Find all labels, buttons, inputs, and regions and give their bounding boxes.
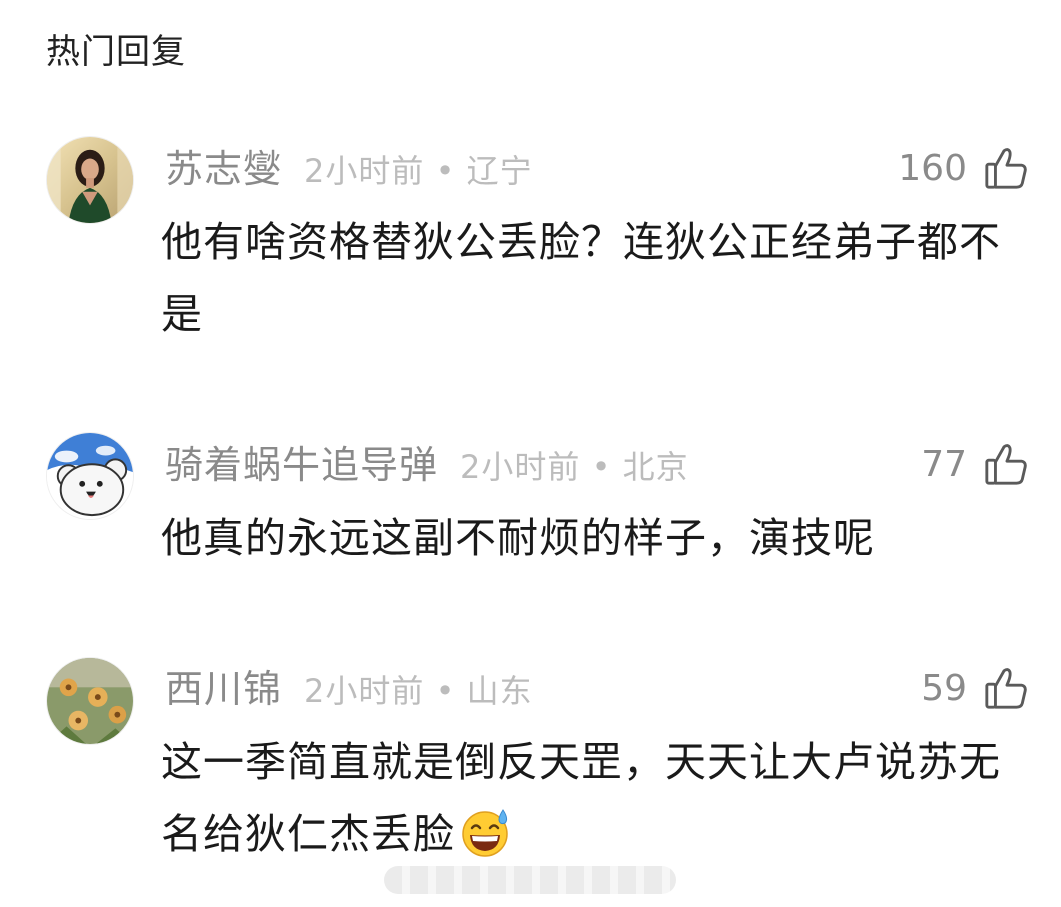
flowers-avatar-icon: [47, 658, 133, 744]
username[interactable]: 骑着蜗牛追导弹: [165, 443, 438, 487]
thumbs-up-icon[interactable]: [983, 665, 1029, 711]
thumbs-up-icon[interactable]: [983, 145, 1029, 191]
comment-meta: 骑着蜗牛追导弹 2小时前 • 北京: [165, 440, 689, 490]
avatar[interactable]: [46, 432, 134, 520]
hot-replies-title: 热门回复: [46, 32, 186, 72]
cartoon-bear-avatar-icon: [47, 433, 133, 519]
woman-portrait-avatar-icon: [47, 137, 133, 223]
separator-dot: •: [591, 448, 612, 486]
separator-dot: •: [435, 152, 456, 190]
comment-location: 山东: [466, 672, 533, 710]
grinning-sweat-emoji-icon: [459, 806, 511, 858]
comment-meta: 西川锦 2小时前 • 山东: [165, 664, 533, 714]
avatar[interactable]: [46, 136, 134, 224]
comment-text: 这一季简直就是倒反天罡，天天让大卢说苏无名给狄仁杰丢脸: [161, 726, 1031, 870]
comment-time: 2小时前: [304, 672, 425, 710]
comment-text: 他有啥资格替狄公丢脸？连狄公正经弟子都不是: [161, 218, 1001, 338]
like-count: 59: [921, 667, 967, 709]
comment-time-location: 2小时前 • 北京: [460, 448, 689, 486]
like-count: 77: [921, 443, 967, 485]
like-button[interactable]: 59: [921, 662, 1029, 714]
comment-text: 他真的永远这副不耐烦的样子，演技呢: [161, 514, 875, 562]
username[interactable]: 西川锦: [165, 667, 282, 711]
like-button[interactable]: 77: [921, 438, 1029, 490]
separator-dot: •: [435, 672, 456, 710]
comment-meta: 苏志燮 2小时前 • 辽宁: [165, 144, 533, 194]
comment-location: 北京: [622, 448, 689, 486]
comment-time-location: 2小时前 • 山东: [304, 672, 533, 710]
avatar[interactable]: [46, 657, 134, 745]
like-count: 160: [898, 147, 967, 189]
thumbs-up-icon[interactable]: [983, 441, 1029, 487]
watermark-bar: [384, 866, 676, 894]
comment-location: 辽宁: [466, 152, 533, 190]
comment-text-content: 这一季简直就是倒反天罡，天天让大卢说苏无名给狄仁杰丢脸: [161, 738, 1001, 858]
username[interactable]: 苏志燮: [165, 147, 282, 191]
like-button[interactable]: 160: [898, 142, 1029, 194]
comment-time: 2小时前: [460, 448, 581, 486]
comment-time-location: 2小时前 • 辽宁: [304, 152, 533, 190]
comment-time: 2小时前: [304, 152, 425, 190]
